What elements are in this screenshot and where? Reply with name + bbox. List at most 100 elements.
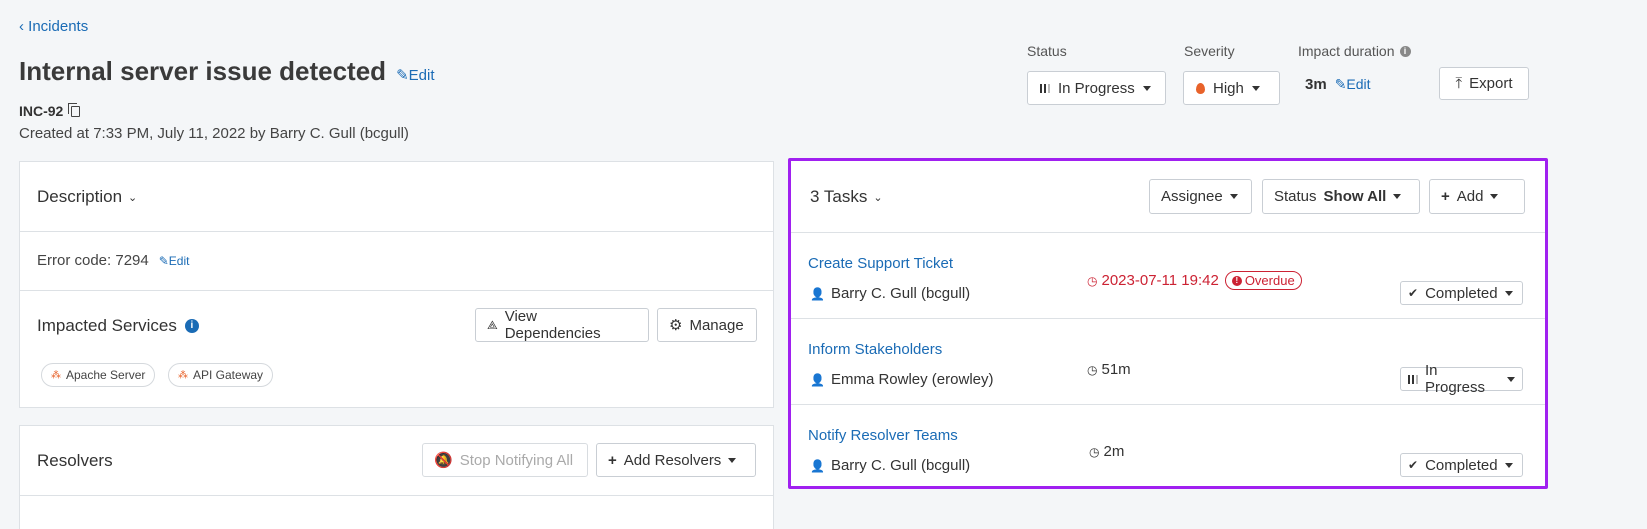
divider <box>20 231 773 232</box>
caret-down-icon <box>1507 376 1515 382</box>
service-chip[interactable]: ⁂ API Gateway <box>168 363 274 387</box>
service-name: Apache Server <box>66 368 146 382</box>
task-status-dropdown[interactable]: In Progress <box>1400 362 1523 396</box>
pencil-icon: ✎ <box>396 67 409 84</box>
upload-icon: ⤒ <box>1455 75 1463 92</box>
task-title-link[interactable]: Inform Stakeholders <box>808 341 942 358</box>
task-assignee-name: Barry C. Gull (bcgull) <box>830 457 971 474</box>
progress-bars-icon <box>1408 374 1418 384</box>
description-text: Error code: 7294 <box>37 252 149 269</box>
impacted-services-heading-row: Impacted Services i <box>37 316 199 336</box>
clock-icon: ◷ <box>1087 362 1098 377</box>
task-elapsed-value: 51m <box>1101 361 1131 378</box>
view-dependencies-label: View Dependencies <box>504 308 601 342</box>
tasks-heading: 3 Tasks <box>810 187 868 206</box>
add-task-button[interactable]: + Add <box>1429 179 1525 214</box>
task-title-link[interactable]: Create Support Ticket <box>808 255 953 272</box>
bell-slash-icon: 🔕 <box>434 452 453 469</box>
task-assignee: 👤 Emma Rowley (erowley) <box>810 371 994 388</box>
flame-icon <box>1196 82 1205 94</box>
impact-edit-label: Edit <box>1346 76 1371 92</box>
severity-label: Severity <box>1184 43 1235 59</box>
add-resolvers-button[interactable]: + Add Resolvers <box>596 443 756 477</box>
caret-down-icon <box>1229 194 1238 199</box>
alert-icon: ! <box>1231 275 1242 286</box>
task-elapsed-time: ◷ 2m <box>1089 443 1124 460</box>
details-panel: Description ⌄ Error code: 7294 ✎Edit Imp… <box>19 161 774 408</box>
impact-duration-value: 3m <box>1305 76 1327 93</box>
description-edit-label: Edit <box>168 254 190 268</box>
task-status-dropdown[interactable]: ✔ Completed <box>1400 453 1523 477</box>
tasks-toggle[interactable]: 3 Tasks ⌄ <box>810 187 883 207</box>
severity-dropdown[interactable]: High <box>1183 71 1280 105</box>
export-button[interactable]: ⤒ Export <box>1439 67 1529 100</box>
user-icon: 👤 <box>810 458 825 473</box>
task-title-link[interactable]: Notify Resolver Teams <box>808 427 958 444</box>
overdue-label: Overdue <box>1244 273 1295 288</box>
view-dependencies-button[interactable]: ⟁ View Dependencies <box>475 308 649 342</box>
caret-down-icon <box>728 457 737 463</box>
service-icon: ⁂ <box>178 369 188 381</box>
status-filter-label: Status <box>1274 188 1317 205</box>
chevron-down-icon: ⌄ <box>128 191 138 204</box>
task-assignee: 👤 Barry C. Gull (bcgull) <box>810 457 970 474</box>
incident-id-row: INC-92 <box>19 102 81 119</box>
user-icon: 👤 <box>810 372 825 387</box>
manage-button[interactable]: ⚙ Manage <box>657 308 757 342</box>
progress-bars-icon <box>1040 83 1050 93</box>
resolvers-panel: Resolvers 🔕 Stop Notifying All + Add Res… <box>19 425 774 529</box>
service-chip[interactable]: ⁂ Apache Server <box>41 363 156 387</box>
copy-icon[interactable] <box>68 102 81 117</box>
caret-down-icon <box>1504 462 1513 468</box>
status-value: In Progress <box>1058 79 1135 97</box>
page-title-row: Internal server issue detected ✎Edit <box>19 56 435 87</box>
impact-edit-link[interactable]: ✎Edit <box>1335 76 1371 93</box>
task-status-value: Completed <box>1425 456 1498 474</box>
info-icon: i <box>1399 45 1411 57</box>
status-dropdown[interactable]: In Progress <box>1027 71 1166 105</box>
task-status-dropdown[interactable]: ✔ Completed <box>1400 281 1523 305</box>
impact-duration-label-row: Impact duration i <box>1298 43 1411 59</box>
task-elapsed-value: 2m <box>1103 443 1125 460</box>
status-filter[interactable]: Status Show All <box>1262 179 1420 214</box>
plus-icon: + <box>608 451 617 469</box>
description-edit-link[interactable]: ✎Edit <box>159 254 190 268</box>
task-assignee: 👤 Barry C. Gull (bcgull) <box>810 285 970 302</box>
task-row: Create Support Ticket 👤 Barry C. Gull (b… <box>791 233 1545 318</box>
gear-icon: ⚙ <box>669 317 683 334</box>
clock-icon: ◷ <box>1087 273 1098 288</box>
tasks-panel: 3 Tasks ⌄ Assignee Status Show All + Add… <box>788 158 1548 489</box>
add-resolvers-label: Add Resolvers <box>623 451 722 469</box>
caret-down-icon <box>1504 290 1513 296</box>
caret-down-icon <box>1142 85 1151 91</box>
incident-id: INC-92 <box>19 103 64 119</box>
task-due-value: 2023-07-11 19:42 <box>1101 272 1219 289</box>
export-label: Export <box>1469 75 1513 92</box>
dependencies-icon: ⟁ <box>487 317 498 332</box>
pencil-icon: ✎ <box>1334 76 1347 92</box>
pencil-icon: ✎ <box>158 254 169 268</box>
stop-notifying-button[interactable]: 🔕 Stop Notifying All <box>422 443 588 477</box>
impacted-services-heading: Impacted Services <box>37 316 177 335</box>
created-info: Created at 7:33 PM, July 11, 2022 by Bar… <box>19 125 409 142</box>
assignee-filter[interactable]: Assignee <box>1149 179 1252 214</box>
info-icon[interactable]: i <box>184 319 199 333</box>
breadcrumb-back-link[interactable]: ‹ Incidents <box>19 18 88 35</box>
user-icon: 👤 <box>810 286 825 301</box>
caret-down-icon <box>1393 194 1402 199</box>
clock-icon: ◷ <box>1089 444 1100 459</box>
divider <box>20 495 773 496</box>
description-toggle[interactable]: Description ⌄ <box>37 187 137 207</box>
caret-down-icon <box>1251 85 1260 91</box>
plus-icon: + <box>1441 188 1450 205</box>
title-edit-label: Edit <box>408 67 435 84</box>
caret-down-icon <box>1490 194 1499 199</box>
task-assignee-name: Emma Rowley (erowley) <box>830 371 994 388</box>
severity-value: High <box>1213 79 1244 97</box>
title-edit-link[interactable]: ✎Edit <box>396 66 434 84</box>
stop-notifying-label: Stop Notifying All <box>459 451 574 469</box>
status-label: Status <box>1027 43 1067 59</box>
task-due-time: ◷ 2023-07-11 19:42 ! Overdue <box>1087 271 1302 290</box>
divider <box>20 290 773 291</box>
impact-duration-row: 3m ✎Edit <box>1305 76 1371 93</box>
